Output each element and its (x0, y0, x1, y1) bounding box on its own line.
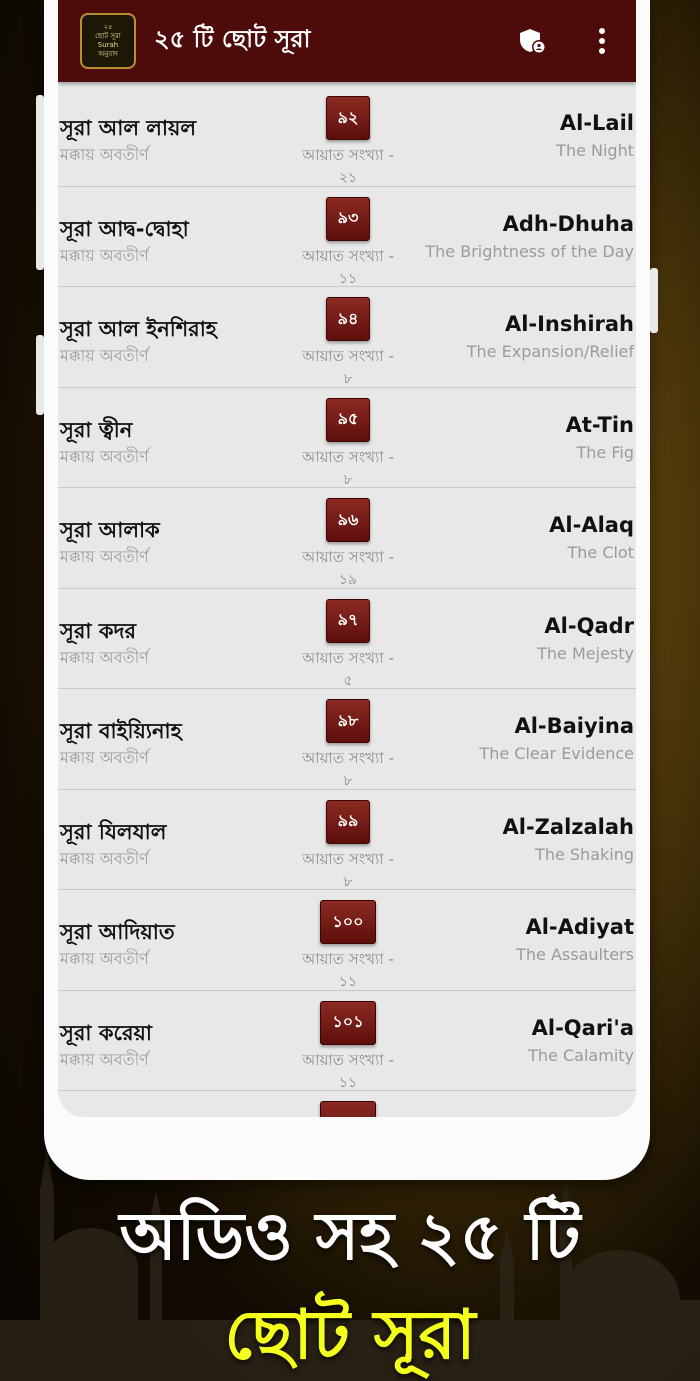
surah-meaning: The Clot (567, 543, 634, 562)
surah-name-en: Al-Zalzalah (502, 814, 634, 839)
logo-text: Surah (97, 41, 119, 49)
list-item[interactable]: সূরা কদর মক্কায় অবতীর্ণ ৯৭ আয়াত সংখ্যা… (58, 589, 636, 689)
app-logo: ২৫ ছোট সূরা Surah অনুবাদ (80, 13, 136, 69)
revelation-place: মক্কায় অবতীর্ণ (60, 848, 149, 868)
revelation-place: মক্কায় অবতীর্ণ (60, 245, 149, 265)
surah-number-badge: ৯৯ (326, 799, 370, 844)
surah-meaning: The Expansion/Relief (466, 342, 634, 361)
phone-side-button (36, 95, 44, 270)
surah-number-badge: ১০০ (320, 900, 376, 944)
surah-meaning: The Calamity (528, 1045, 634, 1065)
list-item-partial[interactable] (58, 1091, 636, 1117)
logo-text: ২৫ (103, 23, 113, 31)
revelation-place: মক্কায় অবতীর্ণ (60, 748, 149, 767)
revelation-place: মক্কায় অবতীর্ণ (60, 949, 149, 968)
phone-side-button (36, 335, 44, 415)
overflow-menu-button[interactable] (582, 21, 622, 61)
surah-list: সূরা আল লায়ল মক্কায় অবতীর্ণ ৯২ আয়াত স… (58, 86, 636, 1117)
surah-number-badge: ৯৭ (326, 598, 370, 643)
surah-name-en: Adh-Dhuha (502, 211, 634, 236)
list-item[interactable]: সূরা বাইয়্যিনাহ মক্কায় অবতীর্ণ ৯৮ আয়া… (58, 689, 636, 790)
privacy-button[interactable] (512, 21, 552, 61)
promo-caption-line2: ছোট সূরা (224, 1296, 476, 1375)
surah-meaning: The Mejesty (537, 643, 634, 663)
logo-text: ছোট সূরা (95, 32, 121, 40)
list-item[interactable]: সূরা যিলযাল মক্কায় অবতীর্ণ ৯৯ আয়াত সংখ… (58, 790, 636, 890)
logo-text: অনুবাদ (98, 50, 118, 58)
surah-name-en: Al-Qari'a (531, 1015, 634, 1040)
surah-name-en: Al-Inshirah (504, 312, 634, 336)
list-item[interactable]: সূরা আল লায়ল মক্কায় অবতীর্ণ ৯২ আয়াত স… (58, 86, 636, 187)
surah-name-en: Al-Alaq (549, 513, 634, 537)
surah-name-en: Al-Baiyina (514, 714, 634, 738)
promo-caption-line1: অডিও সহ ২৫ টি (119, 1198, 581, 1275)
phone-side-button (650, 268, 658, 333)
revelation-place: মক্কায় অবতীর্ণ (60, 446, 149, 466)
surah-number-badge: ৯৫ (326, 397, 370, 442)
surah-meaning: The Night (556, 141, 634, 160)
list-item[interactable]: সূরা আদিয়াত মক্কায় অবতীর্ণ ১০০ আয়াত স… (58, 890, 636, 991)
surah-number-badge: ৯২ (326, 96, 370, 140)
surah-name-en: Al-Lail (559, 111, 634, 135)
surah-meaning: The Fig (576, 442, 634, 462)
revelation-place: মক্কায় অবতীর্ণ (60, 346, 149, 365)
app-screen: ২৫ ছোট সূরা Surah অনুবাদ ২৫ টি ছোট সূরা (58, 0, 636, 1117)
surah-number-badge: ৯৪ (326, 297, 370, 341)
app-title: ২৫ টি ছোট সূরা (154, 25, 311, 53)
surah-meaning: The Shaking (535, 844, 634, 864)
surah-number-badge: ৯৮ (326, 699, 370, 743)
surah-meaning: The Brightness of the Day (425, 241, 634, 261)
surah-meaning: The Clear Evidence (479, 744, 634, 763)
revelation-place: মক্কায় অবতীর্ণ (60, 647, 149, 667)
surah-number-badge (320, 1101, 376, 1117)
revelation-place: মক্কায় অবতীর্ণ (60, 547, 149, 566)
list-item[interactable]: সূরা আদ্ব-দ্বোহা মক্কায় অবতীর্ণ ৯৩ আয়া… (58, 187, 636, 287)
more-vertical-icon (599, 28, 605, 54)
app-bar: ২৫ ছোট সূরা Surah অনুবাদ ২৫ টি ছোট সূরা (58, 0, 636, 82)
surah-name-en: Al-Qadr (544, 613, 634, 638)
list-item[interactable]: সূরা করেয়া মক্কায় অবতীর্ণ ১০১ আয়াত সং… (58, 991, 636, 1091)
surah-number-badge: ৯৬ (326, 498, 370, 542)
list-item[interactable]: সূরা ত্বীন মক্কায় অবতীর্ণ ৯৫ আয়াত সংখ্… (58, 388, 636, 488)
surah-name-en: Al-Adiyat (525, 915, 634, 939)
surah-number-badge: ১০১ (320, 1000, 376, 1045)
shield-person-icon (520, 29, 546, 54)
revelation-place: মক্কায় অবতীর্ণ (60, 145, 149, 164)
surah-number-badge: ৯৩ (326, 196, 370, 241)
list-item[interactable]: সূরা আলাক মক্কায় অবতীর্ণ ৯৬ আয়াত সংখ্য… (58, 488, 636, 589)
surah-meaning: The Assaulters (516, 945, 634, 964)
surah-name-en: At-Tin (565, 412, 634, 437)
revelation-place: মক্কায় অবতীর্ণ (60, 1049, 149, 1069)
list-item[interactable]: সূরা আল ইনশিরাহ মক্কায় অবতীর্ণ ৯৪ আয়াত… (58, 287, 636, 388)
